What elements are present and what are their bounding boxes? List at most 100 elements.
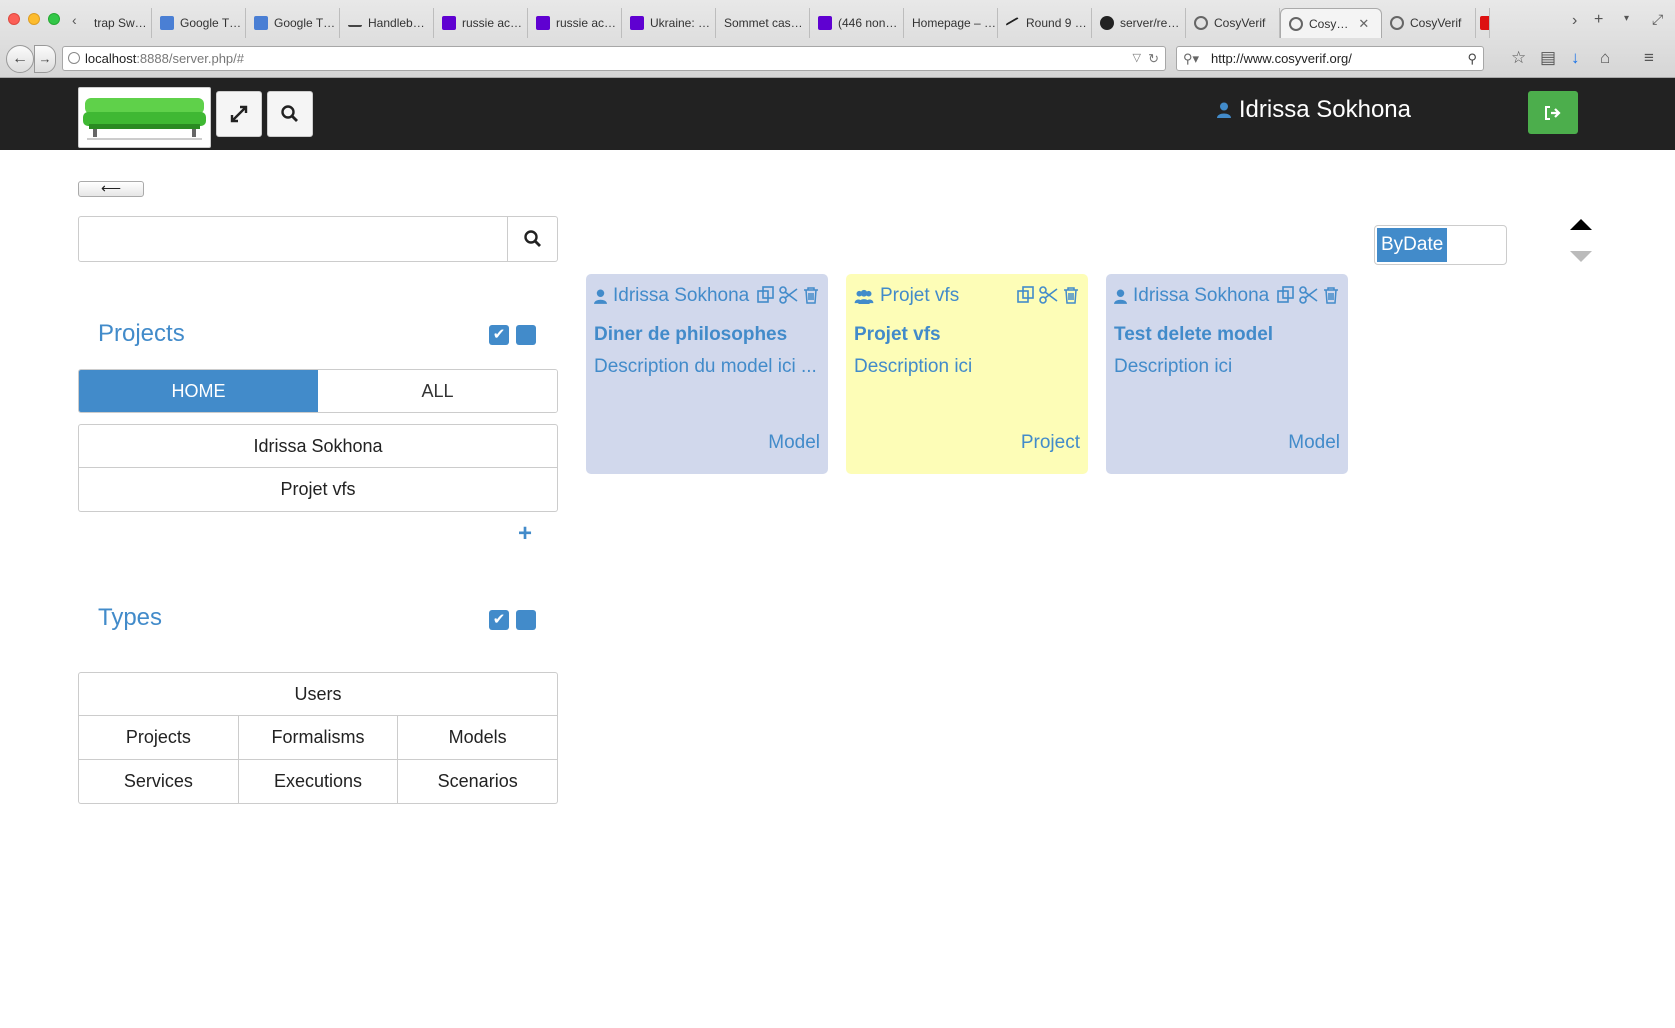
tab-label: russie ac… [556, 16, 617, 30]
card-owner[interactable]: Idrissa Sokhona [613, 285, 749, 307]
search-icon[interactable]: ⚲ [1467, 47, 1477, 70]
card-owner[interactable]: Idrissa Sokhona [1133, 285, 1269, 307]
select-all-types-check-icon[interactable]: ✔ [489, 610, 509, 630]
bookmark-star-icon[interactable]: ☆ [1511, 48, 1526, 68]
browser-tab[interactable]: (446 non… [810, 8, 904, 38]
deselect-all-projects-square-icon[interactable] [516, 325, 536, 345]
browser-tab[interactable]: CosyVerif [1186, 8, 1280, 38]
download-arrow-icon[interactable]: ↓ [1571, 48, 1580, 68]
search-toggle-button[interactable] [267, 91, 313, 137]
result-card[interactable]: Projet vfs Projet vfs Description ici Pr… [846, 274, 1088, 474]
url-path: :8888/server.php/# [136, 51, 245, 66]
type-filter-formalisms[interactable]: Formalisms [238, 716, 399, 760]
sort-descending-caret-down-icon[interactable] [1570, 251, 1592, 262]
maximize-window-button[interactable] [48, 13, 60, 25]
copy-icon[interactable] [1016, 286, 1036, 304]
new-tab-icon[interactable]: + [1594, 11, 1603, 29]
search-button[interactable] [508, 216, 558, 262]
home-icon[interactable]: ⌂ [1600, 48, 1610, 68]
browser-tab[interactable] [1476, 8, 1490, 38]
tab-label: CosyVerif [1410, 16, 1462, 30]
browser-tab[interactable]: russie ac… [434, 8, 528, 38]
sign-out-icon [1545, 105, 1561, 120]
sort-ascending-caret-up-icon[interactable] [1570, 219, 1592, 230]
search-group [78, 216, 558, 262]
menu-icon[interactable]: ≡ [1644, 48, 1654, 68]
browser-tab[interactable]: russie ac… [528, 8, 622, 38]
trash-icon[interactable] [1062, 286, 1080, 304]
sofa-logo[interactable] [78, 87, 211, 148]
browser-chrome: ‹ trap Sw… Google T… Google T… Handleb… … [0, 0, 1675, 78]
copy-icon[interactable] [756, 286, 776, 304]
left-arrow-icon: ⟵ [100, 180, 122, 196]
sort-select[interactable]: ByDate [1374, 225, 1507, 265]
users-icon [854, 289, 874, 304]
type-filter-users[interactable]: Users [78, 672, 558, 716]
close-window-button[interactable] [8, 13, 20, 25]
browser-tab-active[interactable]: Cosy… ✕ [1280, 8, 1382, 38]
browser-tab[interactable]: CosyVerif [1382, 8, 1476, 38]
card-title[interactable]: Projet vfs [854, 324, 941, 346]
search-engine-icon[interactable]: ⚲▾ [1183, 47, 1199, 70]
cut-scissors-icon[interactable] [779, 286, 799, 304]
browser-tab[interactable]: Homepage – … [904, 8, 998, 38]
fullscreen-icon[interactable]: ⤢ [1652, 11, 1663, 28]
type-filter-scenarios[interactable]: Scenarios [398, 760, 559, 804]
project-list-item[interactable]: Idrissa Sokhona [78, 424, 558, 468]
browser-tab[interactable]: Round 9 … [998, 8, 1092, 38]
cut-scissors-icon[interactable] [1039, 286, 1059, 304]
result-card[interactable]: Idrissa Sokhona Diner de philosophes Des… [586, 274, 828, 474]
card-title[interactable]: Test delete model [1114, 324, 1273, 346]
trash-icon[interactable] [802, 286, 820, 304]
browser-tab[interactable]: Google T… [152, 8, 246, 38]
current-user-name: Idrissa Sokhona [1238, 96, 1411, 123]
project-list-item[interactable]: Projet vfs [78, 468, 558, 512]
scope-home-button[interactable]: HOME [79, 370, 318, 412]
copy-icon[interactable] [1276, 286, 1296, 304]
browser-tab[interactable]: trap Sw… [86, 8, 152, 38]
type-filter-models[interactable]: Models [398, 716, 559, 760]
close-tab-icon[interactable]: ✕ [1358, 16, 1369, 32]
scope-all-button[interactable]: ALL [318, 370, 557, 412]
search-input[interactable] [78, 216, 508, 262]
reading-list-icon[interactable]: ▤ [1540, 48, 1556, 68]
browser-tab[interactable]: Handleb… [340, 8, 434, 38]
add-project-plus-icon[interactable]: + [518, 520, 532, 548]
select-all-projects-check-icon[interactable]: ✔ [489, 325, 509, 345]
type-filter-executions[interactable]: Executions [238, 760, 399, 804]
type-filter-services[interactable]: Services [78, 760, 239, 804]
card-title[interactable]: Diner de philosophes [594, 324, 787, 346]
tabs-scroll-left-icon[interactable]: ‹ [72, 12, 77, 28]
cut-scissors-icon[interactable] [1299, 286, 1319, 304]
browser-tab[interactable]: Google T… [246, 8, 340, 38]
tab-label: server/re… [1120, 16, 1180, 30]
history-dropdown-icon[interactable]: ▽ [1133, 47, 1141, 70]
search-icon [281, 105, 298, 122]
url-bar[interactable]: localhost:8888/server.php/# ▽ ↻ [62, 46, 1166, 71]
tab-list-chevron-down-icon[interactable]: ▾ [1624, 13, 1629, 24]
reload-icon[interactable]: ↻ [1148, 47, 1159, 70]
browser-search-bar[interactable]: ⚲▾ http://www.cosyverif.org/ ⚲ [1176, 46, 1484, 71]
type-filter-projects[interactable]: Projects [78, 716, 239, 760]
logout-button[interactable] [1528, 91, 1578, 134]
user-menu[interactable]: Idrissa Sokhona [1216, 96, 1411, 124]
card-description: Description du model ici ... [594, 356, 817, 377]
expand-arrows-icon [230, 105, 248, 123]
forward-arrow-icon[interactable]: → [34, 45, 56, 73]
trash-icon[interactable] [1322, 286, 1340, 304]
result-card[interactable]: Idrissa Sokhona Test delete model Descri… [1106, 274, 1348, 474]
browser-tab[interactable]: server/re… [1092, 8, 1186, 38]
browser-tab[interactable]: Sommet cas… [716, 8, 810, 38]
tabs-scroll-right-icon[interactable]: › [1572, 12, 1577, 30]
card-actions [1016, 286, 1080, 304]
card-owner[interactable]: Projet vfs [880, 285, 959, 307]
back-arrow-icon[interactable]: ← [6, 45, 34, 73]
browser-tab[interactable]: Ukraine: … [622, 8, 716, 38]
cosyverif-icon [1390, 16, 1404, 30]
back-button[interactable]: ⟵ [78, 181, 144, 197]
expand-button[interactable] [216, 91, 262, 137]
deselect-all-types-square-icon[interactable] [516, 610, 536, 630]
minimize-window-button[interactable] [28, 13, 40, 25]
user-icon [594, 289, 607, 304]
cosyverif-icon [1289, 16, 1303, 31]
